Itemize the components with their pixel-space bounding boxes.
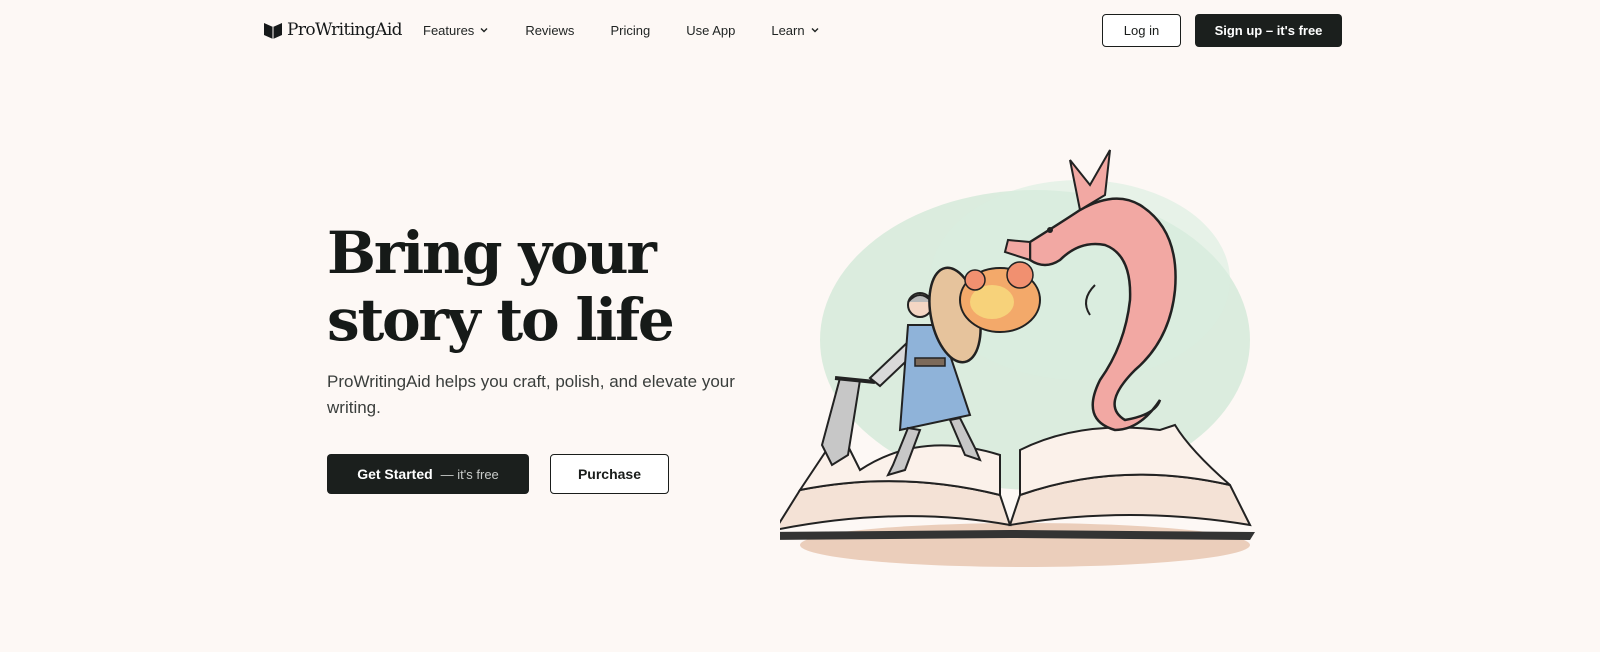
- chevron-down-icon: [480, 28, 488, 33]
- get-started-aux-label: — it's free: [440, 466, 499, 482]
- nav-item-features[interactable]: Features: [423, 23, 489, 38]
- nav-item-reviews[interactable]: Reviews: [525, 23, 574, 38]
- chevron-down-icon: [811, 28, 819, 33]
- login-button[interactable]: Log in: [1102, 14, 1181, 47]
- hero-title-line-1: Bring your: [327, 219, 657, 287]
- top-navbar: ProWritingAid Features Reviews Pricing U…: [0, 0, 1600, 60]
- hero-title-line-2: story to life: [327, 286, 675, 354]
- get-started-button[interactable]: Get Started — it's free: [327, 454, 529, 494]
- hero-illustration: [780, 149, 1255, 567]
- nav-item-label: Reviews: [525, 22, 575, 38]
- nav-item-label: Features: [423, 22, 475, 38]
- nav-links: Features Reviews Pricing Use App Learn: [423, 21, 856, 39]
- nav-item-label: Pricing: [610, 22, 651, 38]
- brand-logo[interactable]: ProWritingAid: [263, 18, 403, 42]
- nav-item-label: Learn: [771, 22, 805, 38]
- signup-button[interactable]: Sign up – it's free: [1195, 14, 1342, 47]
- nav-item-pricing[interactable]: Pricing: [610, 23, 650, 38]
- nav-item-learn[interactable]: Learn: [771, 23, 819, 38]
- book-logo-icon: [264, 23, 282, 39]
- get-started-label: Get Started: [357, 466, 433, 482]
- purchase-button[interactable]: Purchase: [550, 454, 669, 494]
- nav-item-use-app[interactable]: Use App: [686, 23, 735, 38]
- hero-title: Bring your story to life: [327, 220, 747, 354]
- fire-breath-icon: [959, 261, 1041, 333]
- nav-item-label: Use App: [686, 22, 736, 38]
- hero-subtitle: ProWritingAid helps you craft, polish, a…: [327, 372, 735, 417]
- book-shadow: [800, 523, 1250, 567]
- brand-name: ProWritingAid: [287, 20, 403, 40]
